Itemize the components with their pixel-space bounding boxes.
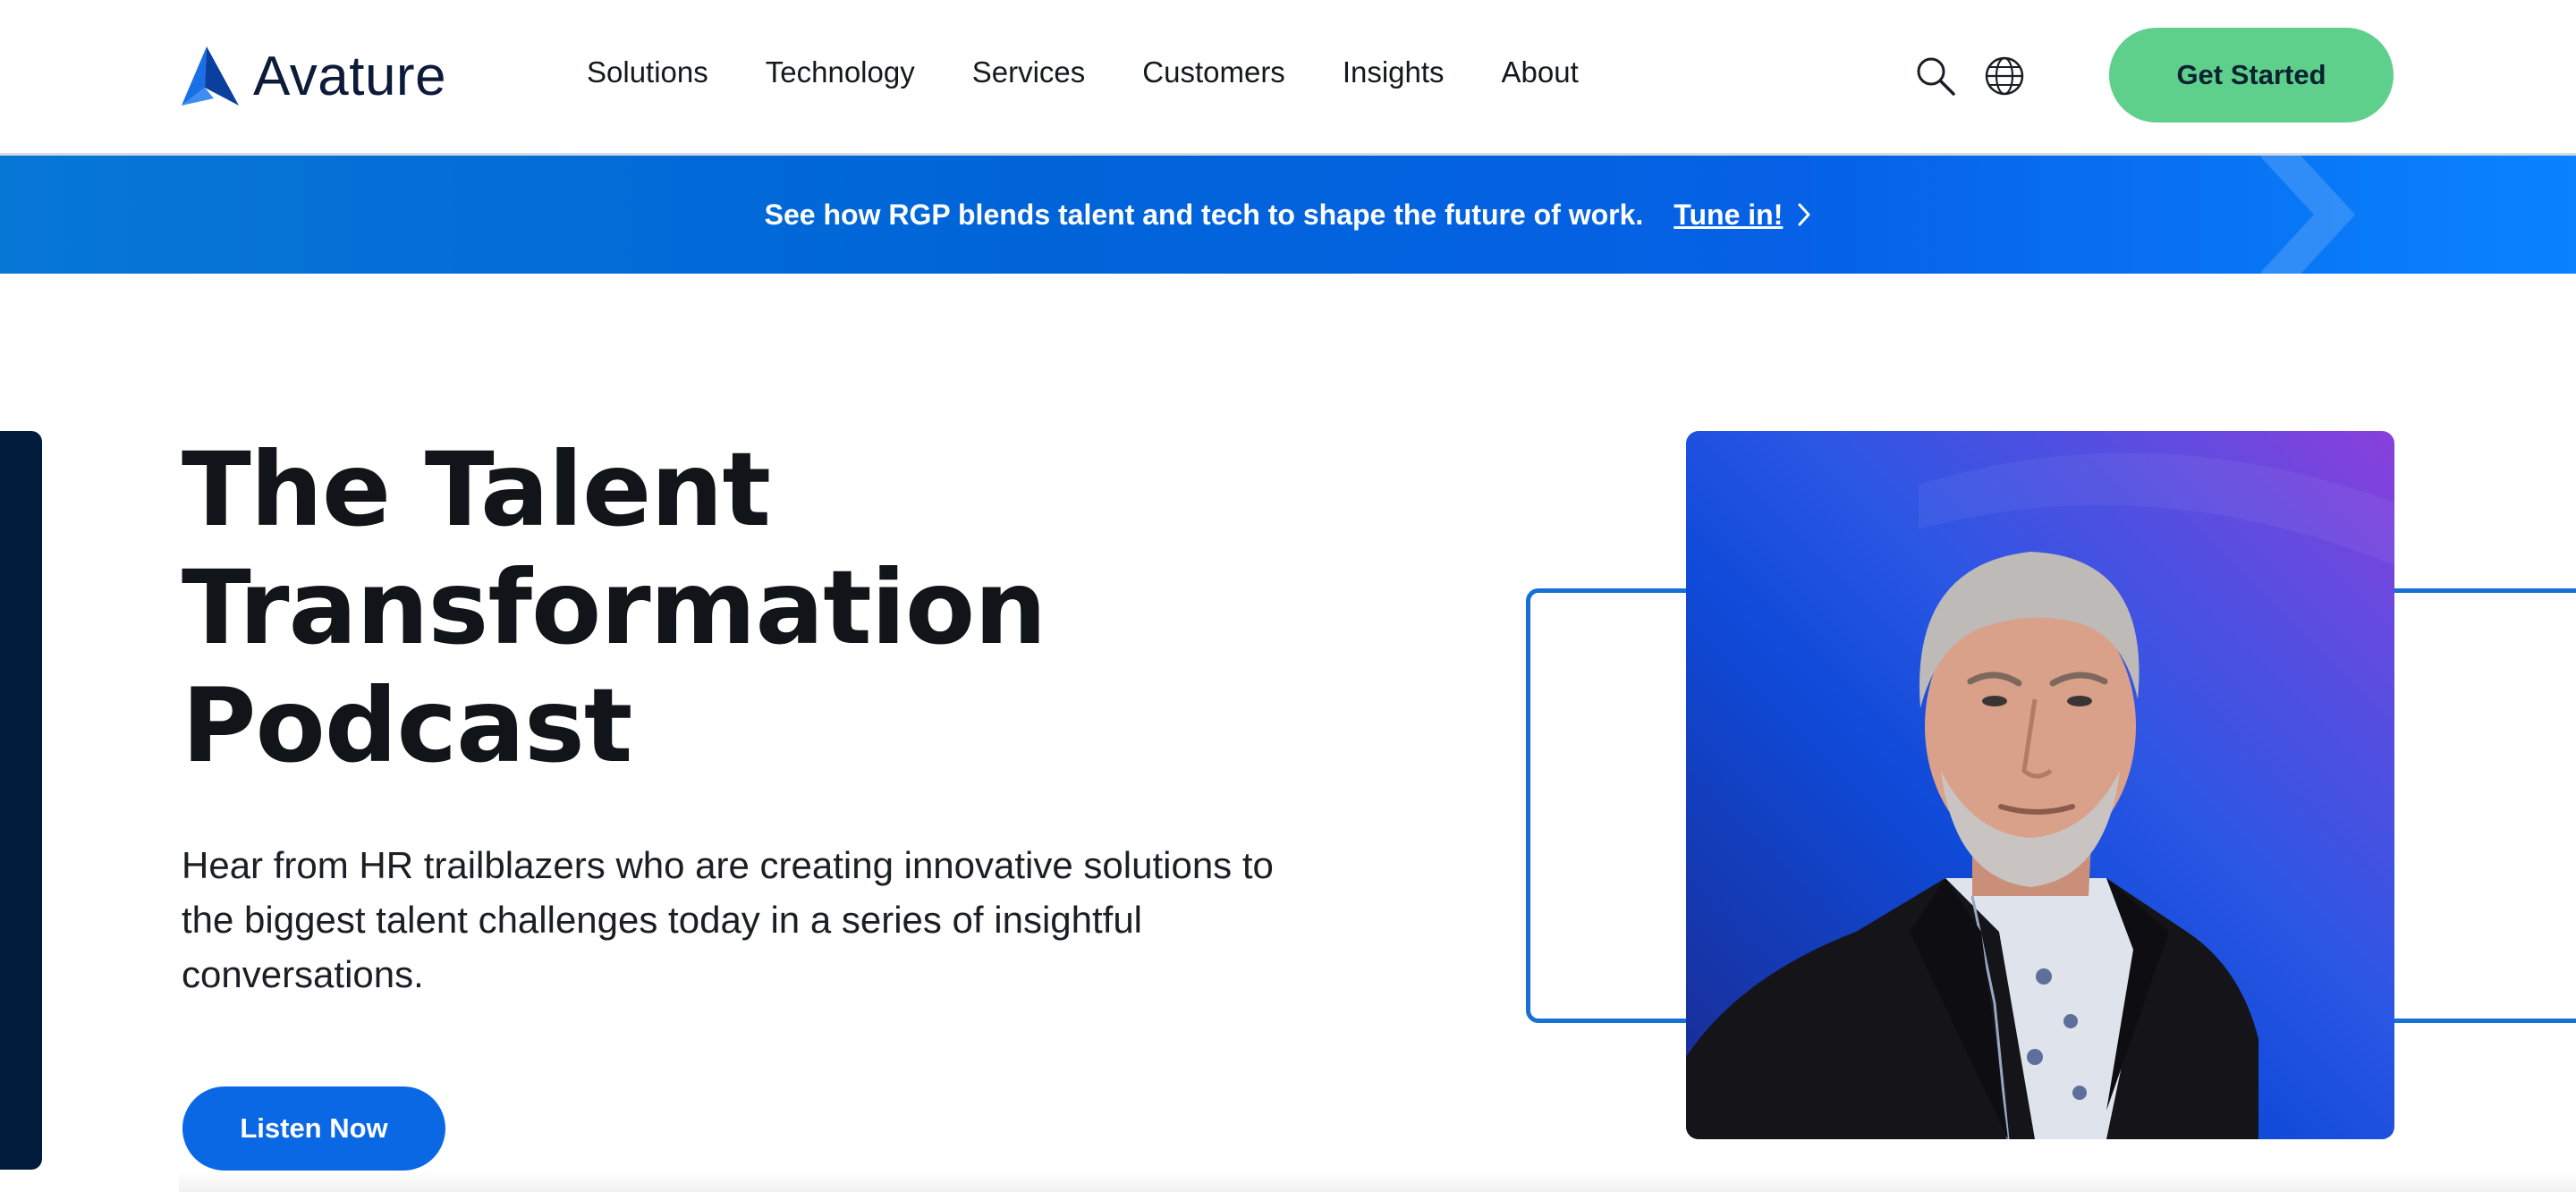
section-divider-shadow bbox=[179, 1171, 2576, 1192]
hero-description: Hear from HR trailblazers who are creati… bbox=[182, 844, 1274, 995]
promo-banner: See how RGP blends talent and tech to sh… bbox=[0, 156, 2576, 274]
site-header: Avature Solutions Technology Services Cu… bbox=[0, 0, 2576, 156]
nav-item-solutions[interactable]: Solutions bbox=[587, 55, 708, 89]
title-line: Transformation bbox=[182, 548, 1046, 667]
listen-now-button[interactable]: Listen Now bbox=[182, 1086, 445, 1171]
search-icon[interactable] bbox=[1915, 55, 1956, 97]
get-started-button[interactable]: Get Started bbox=[2109, 28, 2394, 123]
nav-item-services[interactable]: Services bbox=[972, 55, 1086, 89]
podcast-guest-portrait bbox=[1686, 431, 2394, 1139]
title-line: Podcast bbox=[182, 666, 632, 785]
logo-wordmark: Avature bbox=[253, 45, 447, 107]
chevron-right-icon bbox=[1798, 203, 1810, 226]
nav-item-technology[interactable]: Technology bbox=[766, 55, 915, 89]
nav-item-insights[interactable]: Insights bbox=[1343, 55, 1445, 89]
globe-icon[interactable] bbox=[1984, 55, 2025, 97]
main-nav: Solutions Technology Services Customers … bbox=[587, 55, 1579, 89]
nav-item-customers[interactable]: Customers bbox=[1142, 55, 1285, 89]
page-title: The Talent Transformation Podcast bbox=[182, 431, 1344, 785]
banner-content: See how RGP blends talent and tech to sh… bbox=[0, 156, 2576, 274]
logo[interactable]: Avature bbox=[182, 45, 446, 107]
side-accent-bar bbox=[0, 431, 42, 1170]
tune-in-link[interactable]: Tune in! bbox=[1674, 199, 1811, 232]
avature-logo-icon bbox=[182, 46, 239, 106]
title-line: The Talent bbox=[182, 430, 771, 549]
nav-item-about[interactable]: About bbox=[1502, 55, 1579, 89]
tune-in-link-label: Tune in! bbox=[1674, 198, 1784, 231]
banner-text: See how RGP blends talent and tech to sh… bbox=[764, 198, 1644, 231]
